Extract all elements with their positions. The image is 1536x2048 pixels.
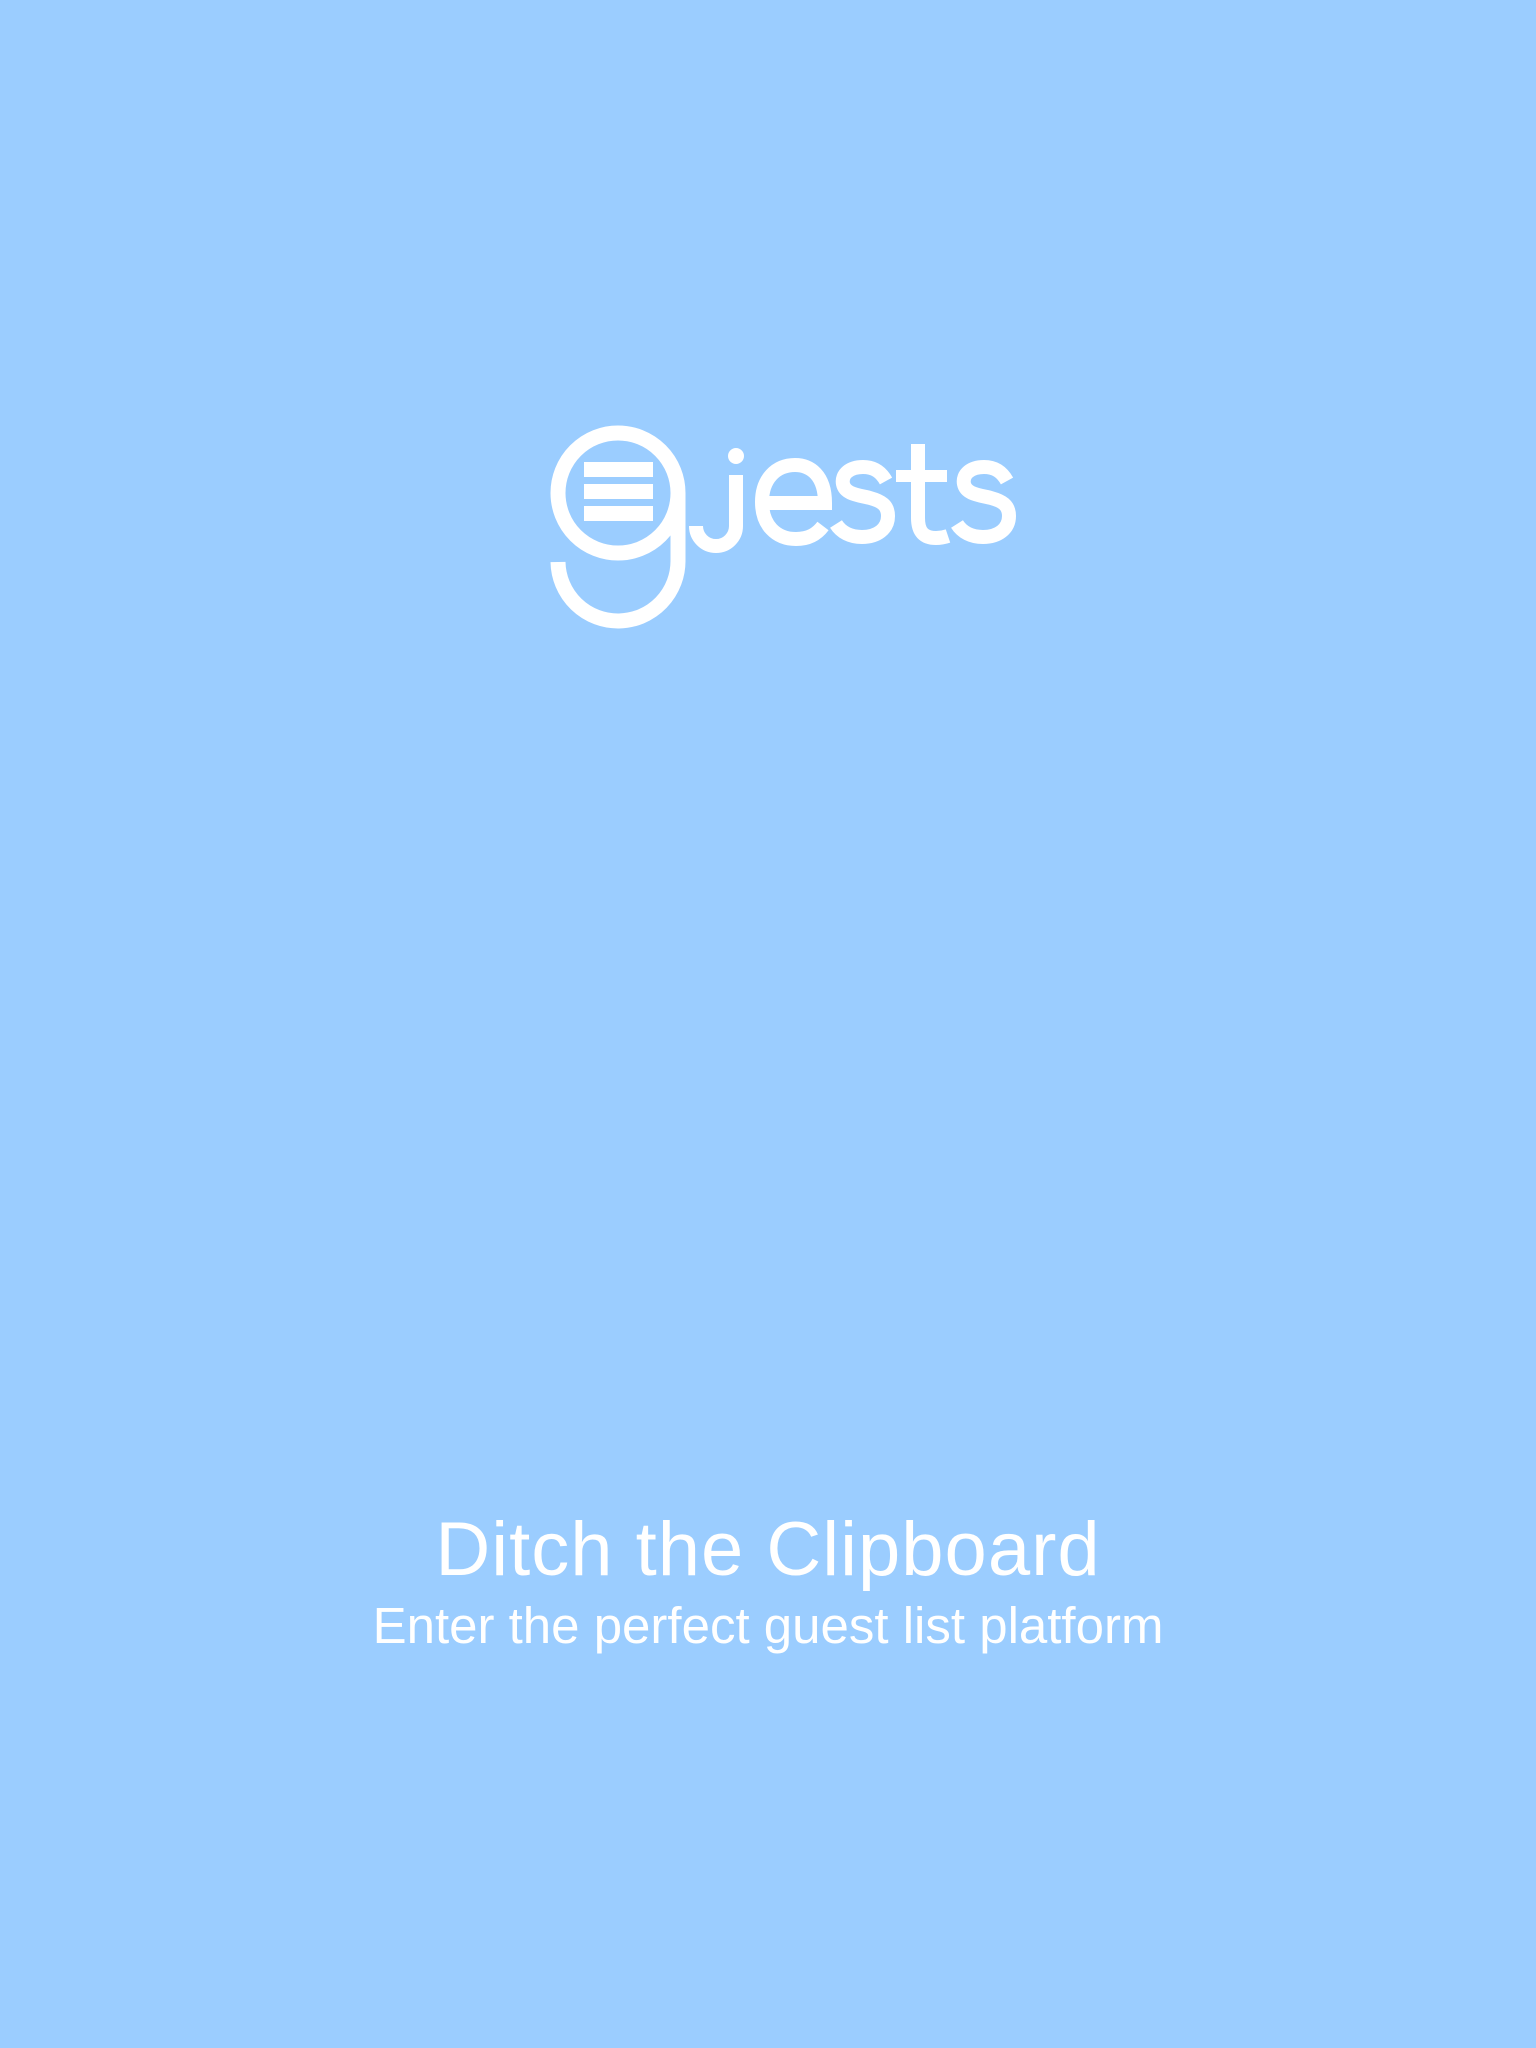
logo-list-line <box>584 506 653 521</box>
logo-s-2 <box>951 459 1017 545</box>
logo-list-line <box>584 484 653 499</box>
logo-j-stem <box>689 475 743 553</box>
logo-list-line <box>584 462 653 477</box>
app-logo <box>546 420 1026 630</box>
logo-e <box>754 457 833 547</box>
gjests-logo-icon <box>550 425 1017 629</box>
logo-j-dot <box>728 448 744 464</box>
headline: Ditch the Clipboard <box>435 1507 1101 1592</box>
logo-s-1 <box>830 459 896 545</box>
logo-t-stem <box>911 444 951 546</box>
tagline: Enter the perfect guest list platform <box>372 1597 1164 1654</box>
splash-screen: Ditch the Clipboard Enter the perfect gu… <box>0 0 1536 2048</box>
